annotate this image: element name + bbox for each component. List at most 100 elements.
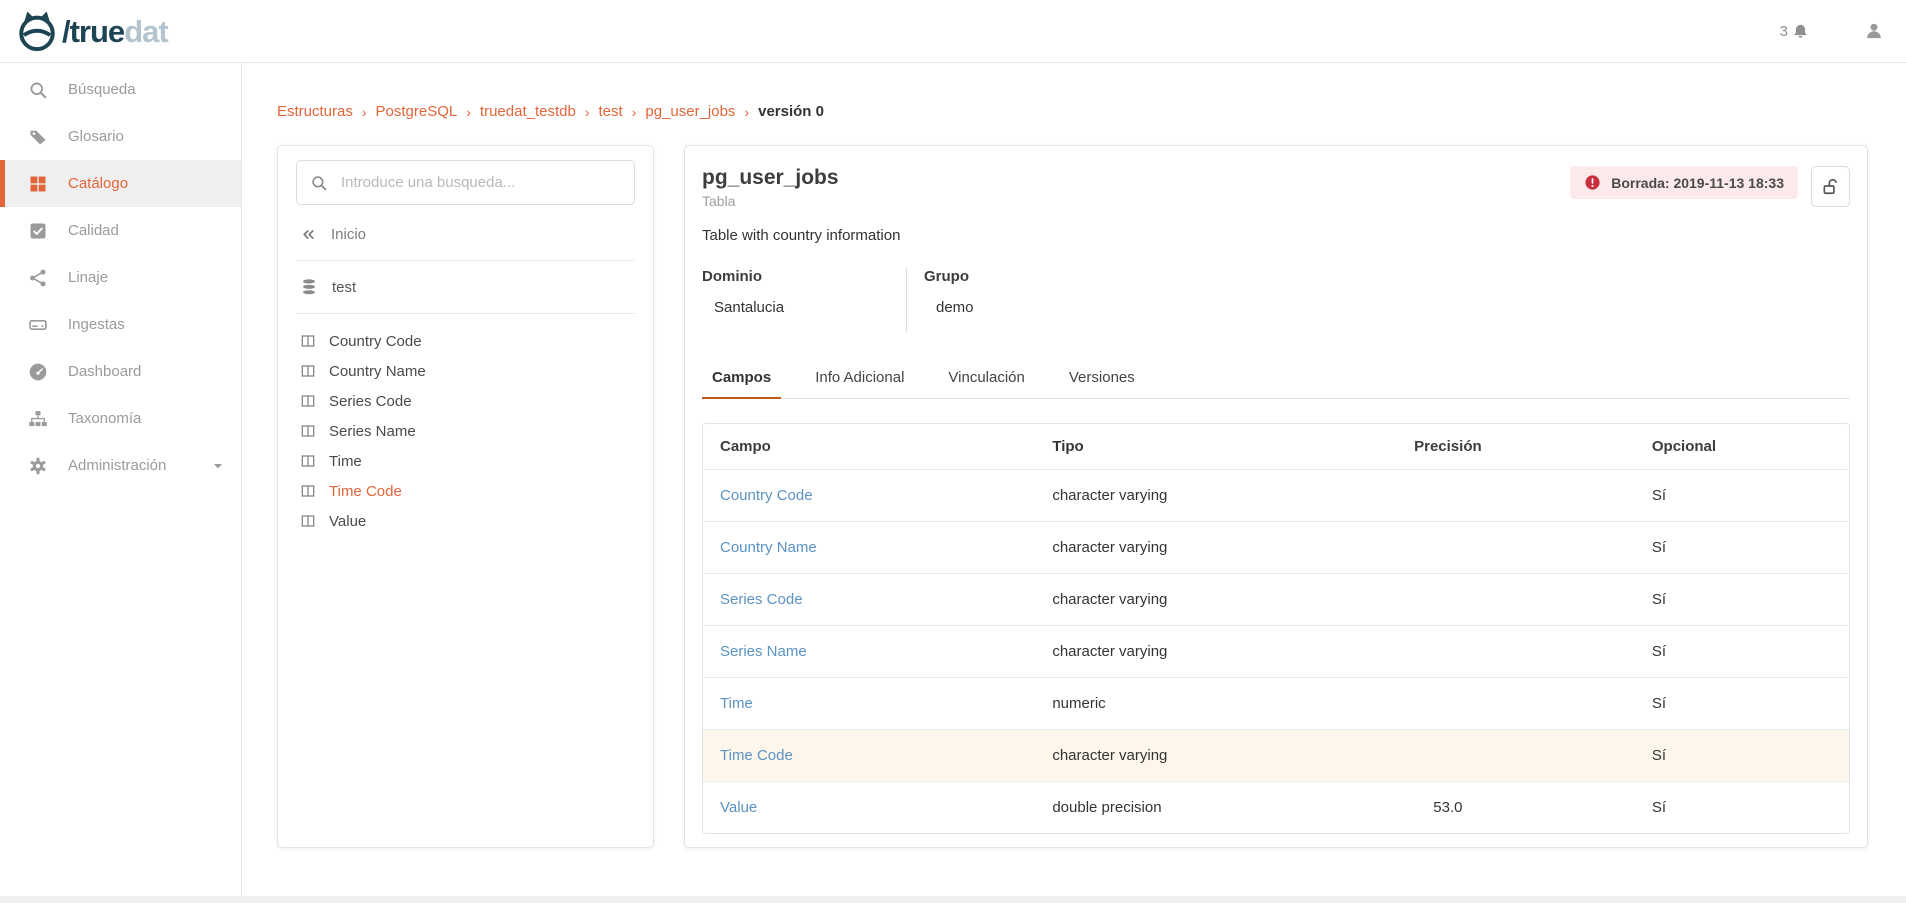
field-item-label: Series Name [329, 423, 416, 440]
structure-tabs: Campos Info Adicional Vinculación Versiones [702, 358, 1850, 399]
user-icon [1864, 21, 1884, 41]
notifications-count: 3 [1780, 23, 1788, 40]
field-item-label: Time [329, 453, 362, 470]
gauge-icon [28, 362, 48, 382]
back-label: Inicio [331, 226, 366, 243]
sidebar-item-label: Administración [68, 457, 166, 474]
breadcrumb-link-test[interactable]: test [599, 103, 623, 120]
field-list: Country Code Country NameSeries Code Serie… [296, 326, 635, 536]
field-type: character varying [1035, 591, 1299, 608]
table-row-series-name: Series Name character varying Sí [703, 625, 1849, 677]
field-item-series-name[interactable]: Series Name [296, 416, 635, 446]
field-item-time[interactable]: Time [296, 446, 635, 476]
field-type: character varying [1035, 539, 1299, 556]
group-column: Grupo demo [907, 268, 974, 332]
table-icon [300, 333, 316, 349]
structure-header-actions: Borrada: 2019-11-13 18:33 [1570, 166, 1850, 207]
field-item-label: Country Code [329, 333, 422, 350]
domain-value: Santalucia [702, 299, 906, 316]
breadcrumb-link-postgresql[interactable]: PostgreSQL [376, 103, 458, 120]
table-icon [300, 483, 316, 499]
column-header-precision: Precisión [1299, 438, 1597, 455]
field-link-time-code[interactable]: Time Code [720, 747, 793, 764]
field-optional: Sí [1597, 643, 1849, 660]
domain-label: Dominio [702, 268, 906, 285]
sidebar-item-label: Glosario [68, 128, 124, 145]
field-type: numeric [1035, 695, 1299, 712]
field-optional: Sí [1597, 487, 1849, 504]
truedat-logo[interactable]: /truedat [16, 8, 168, 54]
field-optional: Sí [1597, 799, 1849, 816]
field-type: character varying [1035, 487, 1299, 504]
tab-versiones[interactable]: Versiones [1059, 358, 1145, 399]
gear-icon [28, 456, 48, 476]
search-input[interactable] [339, 173, 621, 192]
breadcrumb: Estructuras›PostgreSQL›truedat_testdb›te… [242, 63, 1906, 120]
sidebar-item-busqueda[interactable]: Búsqueda [0, 66, 241, 113]
breadcrumb-current: versión 0 [758, 103, 824, 120]
back-to-home-button[interactable]: Inicio [296, 217, 635, 261]
column-header-tipo: Tipo [1035, 438, 1299, 455]
tab-campos[interactable]: Campos [702, 358, 781, 399]
lock-toggle-button[interactable] [1811, 166, 1850, 207]
breadcrumb-link-estructuras[interactable]: Estructuras [277, 103, 353, 120]
sidebar-item-label: Dashboard [68, 363, 141, 380]
database-icon [300, 278, 318, 296]
sidebar-item-taxonomia[interactable]: Taxonomía [0, 395, 241, 442]
notifications-button[interactable]: 3 [1780, 22, 1810, 41]
field-link-series-name[interactable]: Series Name [720, 643, 807, 660]
tab-vinculacion[interactable]: Vinculación [938, 358, 1034, 399]
field-link-country-name[interactable]: Country Name [720, 539, 817, 556]
sidebar-item-ingestas[interactable]: Ingestas [0, 301, 241, 348]
field-link-series-code[interactable]: Series Code [720, 591, 803, 608]
table-row-series-code: Series Code character varying Sí [703, 573, 1849, 625]
structure-title: pg_user_jobs [702, 166, 839, 190]
bottom-scrollbar-track[interactable] [0, 896, 1906, 903]
parent-schema-item[interactable]: test [296, 261, 635, 314]
sidebar-item-administracion[interactable]: Administración [0, 442, 241, 489]
group-label: Grupo [924, 268, 974, 285]
field-link-value[interactable]: Value [720, 799, 757, 816]
topbar-actions: 3 [1780, 21, 1884, 41]
field-type: character varying [1035, 643, 1299, 660]
domain-group-block: Dominio Santalucia Grupo demo [702, 268, 1850, 332]
table-row-time: TimenumericSí [703, 677, 1849, 729]
field-precision: 53.0 [1299, 799, 1597, 816]
field-optional: Sí [1597, 591, 1849, 608]
fields-table: CampoTipoPrecisiónOpcionalCountry Codech… [702, 423, 1850, 834]
field-item-time-code[interactable]: Time Code [296, 476, 635, 506]
sidebar-item-calidad[interactable]: Calidad [0, 207, 241, 254]
sidebar-item-linaje[interactable]: Linaje [0, 254, 241, 301]
field-item-series-code[interactable]: Series Code [296, 386, 635, 416]
sidebar-item-dashboard[interactable]: Dashboard [0, 348, 241, 395]
group-value: demo [924, 299, 974, 316]
field-link-time[interactable]: Time [720, 695, 753, 712]
field-item-label: Value [329, 513, 366, 530]
table-row-value: Valuedouble precision53.0Sí [703, 781, 1849, 833]
field-optional: Sí [1597, 747, 1849, 764]
field-item-country-name[interactable]: Country Name [296, 356, 635, 386]
table-row-country-name: Country Namecharacter varyingSí [703, 521, 1849, 573]
breadcrumb-link-pg-user-jobs[interactable]: pg_user_jobs [645, 103, 735, 120]
tags-icon [28, 127, 48, 147]
sidebar-item-catalogo[interactable]: Catálogo [0, 160, 241, 207]
structure-search-box [296, 160, 635, 205]
field-item-value[interactable]: Value [296, 506, 635, 536]
breadcrumb-link-truedat-testdb[interactable]: truedat_testdb [480, 103, 576, 120]
field-link-country-code[interactable]: Country Code [720, 487, 813, 504]
drive-icon [28, 315, 48, 335]
topbar: /truedat 3 [0, 0, 1906, 63]
breadcrumb-separator: › [744, 104, 749, 120]
column-header-campo: Campo [703, 438, 1035, 455]
sitemap-icon [28, 409, 48, 429]
user-menu-button[interactable] [1864, 21, 1884, 41]
share-icon [28, 268, 48, 288]
brand-text-secondary: dat [124, 14, 168, 49]
sidebar-item-label: Ingestas [68, 316, 125, 333]
sidebar-item-label: Taxonomía [68, 410, 141, 427]
field-item-country-code[interactable]: Country Code [296, 326, 635, 356]
tab-info-adicional[interactable]: Info Adicional [805, 358, 914, 399]
sidebar: Búsqueda Glosario CatálogoCalidadLinaje Ing… [0, 63, 242, 903]
deleted-badge: Borrada: 2019-11-13 18:33 [1570, 166, 1798, 199]
sidebar-item-glosario[interactable]: Glosario [0, 113, 241, 160]
